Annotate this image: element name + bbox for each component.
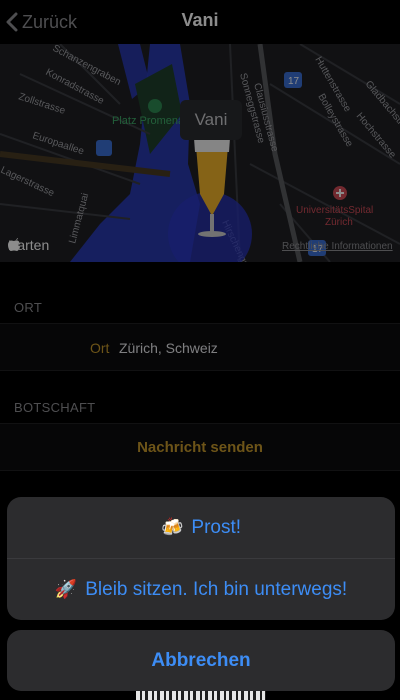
action-sheet: 🍻 Prost! 🚀 Bleib sitzen. Ich bin unterwe… <box>7 497 395 620</box>
action-on-my-way-label: Bleib sitzen. Ich bin unterwegs! <box>85 578 348 600</box>
action-prost-label: Prost! <box>191 516 242 538</box>
beers-icon: 🍻 <box>160 517 184 537</box>
background-qr-peek <box>136 691 266 700</box>
action-on-my-way-button[interactable]: 🚀 Bleib sitzen. Ich bin unterwegs! <box>7 559 395 620</box>
cancel-button[interactable]: Abbrechen <box>7 630 395 691</box>
action-prost-button[interactable]: 🍻 Prost! <box>7 497 395 558</box>
rocket-icon: 🚀 <box>54 579 78 599</box>
